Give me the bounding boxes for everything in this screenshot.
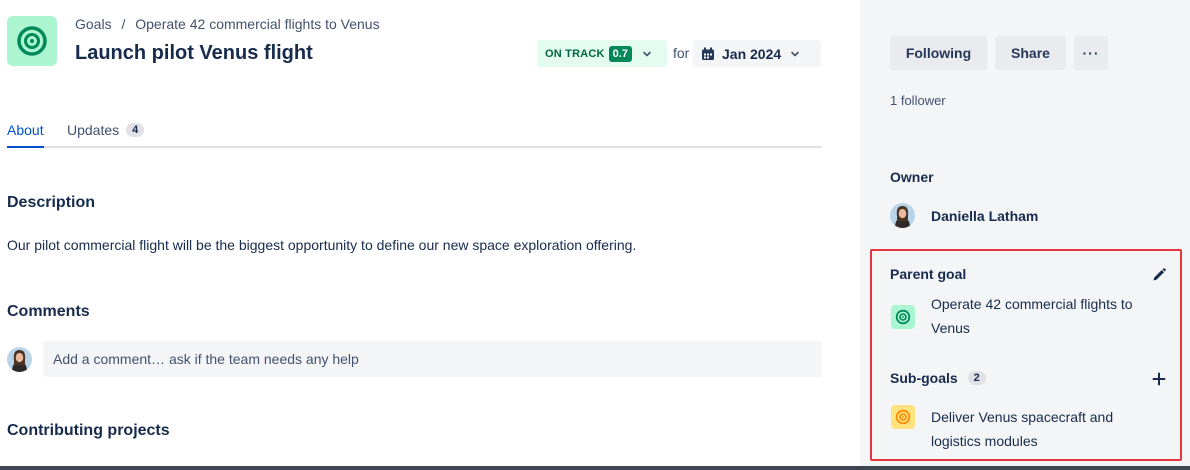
target-date-dropdown[interactable]: Jan 2024	[693, 40, 821, 67]
main-content: Goals / Operate 42 commercial flights to…	[0, 0, 860, 466]
goal-target-icon	[7, 16, 57, 66]
tab-bar: About Updates 4	[7, 120, 822, 148]
updates-count-badge: 4	[126, 123, 145, 137]
breadcrumb: Goals / Operate 42 commercial flights to…	[75, 16, 386, 32]
page-title: Launch pilot Venus flight	[75, 42, 313, 64]
follower-count[interactable]: 1 follower	[890, 93, 946, 108]
window-bottom-border	[0, 466, 1190, 470]
description-text: Our pilot commercial flight will be the …	[7, 237, 637, 253]
for-label: for	[673, 45, 690, 61]
calendar-icon	[702, 47, 714, 60]
tab-updates[interactable]: Updates 4	[67, 122, 145, 146]
description-heading: Description	[7, 194, 96, 211]
owner-profile[interactable]: Daniella Latham	[890, 203, 1038, 228]
status-label: ON TRACK	[545, 47, 605, 60]
comment-input[interactable]	[43, 341, 822, 377]
breadcrumb-separator: /	[121, 16, 126, 32]
comments-heading: Comments	[7, 303, 90, 320]
contributing-projects-heading: Contributing projects	[7, 422, 170, 439]
status-dropdown[interactable]: ON TRACK 0.7	[537, 40, 667, 67]
breadcrumb-parent-link[interactable]: Operate 42 commercial flights to Venus	[135, 16, 379, 32]
chevron-down-icon	[791, 51, 799, 56]
breadcrumb-goals-link[interactable]: Goals	[75, 16, 112, 32]
avatar	[7, 347, 32, 372]
tab-about[interactable]: About	[7, 122, 44, 148]
highlight-box	[870, 249, 1182, 461]
chevron-down-icon	[643, 51, 651, 56]
plus-icon[interactable]	[1151, 371, 1167, 387]
target-date-label: Jan 2024	[722, 45, 782, 62]
score-badge: 0.7	[608, 45, 632, 62]
share-button[interactable]: Share	[995, 36, 1066, 70]
following-button[interactable]: Following	[890, 36, 987, 70]
more-options-button[interactable]: ···	[1074, 36, 1108, 70]
avatar	[890, 203, 915, 228]
owner-name: Daniella Latham	[931, 207, 1039, 224]
tab-updates-label: Updates	[67, 122, 120, 138]
owner-heading: Owner	[890, 169, 934, 185]
pencil-icon[interactable]	[1151, 267, 1167, 283]
